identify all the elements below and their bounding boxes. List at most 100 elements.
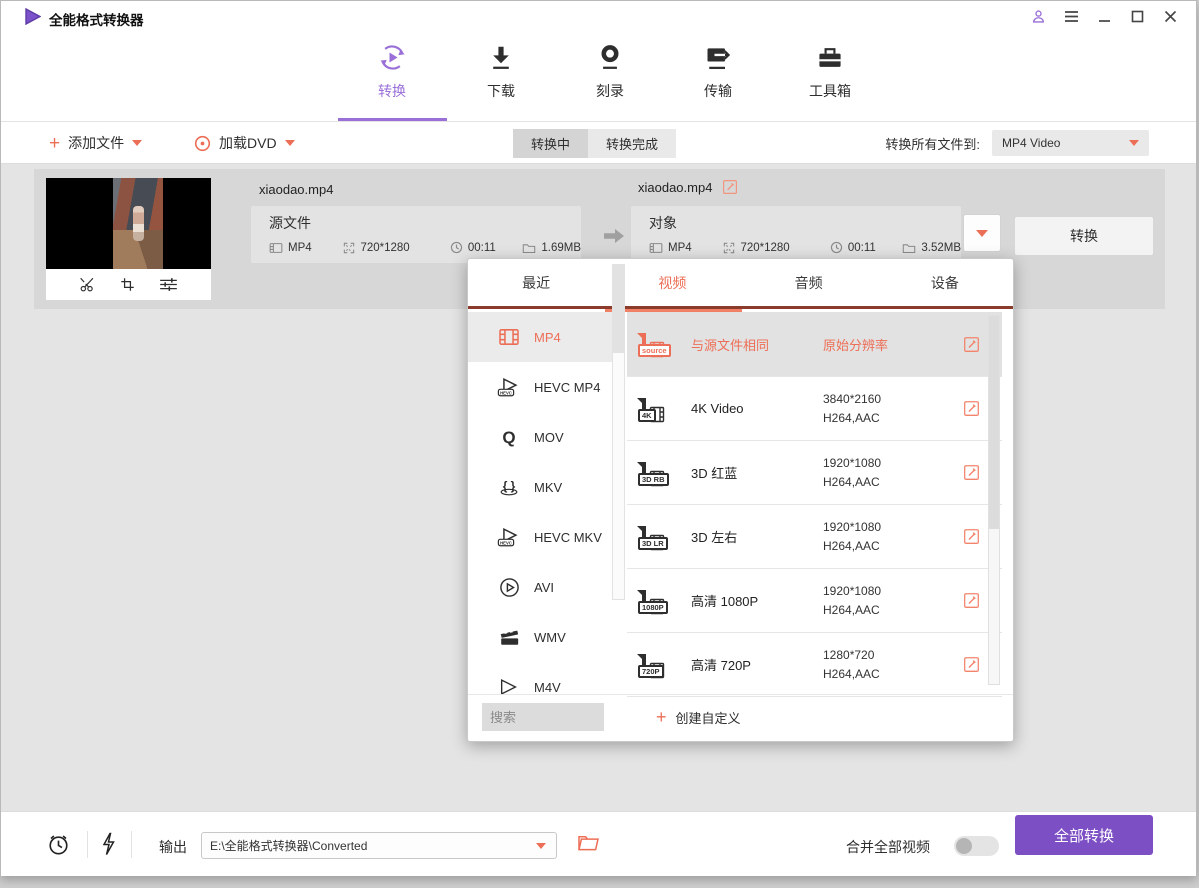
edit-preset-icon[interactable] [963,336,980,353]
file-icon-badge: 3D LR [638,537,668,550]
source-duration: 00:11 [468,242,496,254]
preset-file-icon: 3D LR [642,526,646,547]
preset-title: 3D 左右 [691,527,823,546]
output-path-value: E:\全能格式转换器\Converted [210,837,536,854]
preset-resolution: 1920*1080 [823,520,943,534]
preset-row-same-as-source[interactable]: source 与源文件相同 原始分辨率 [627,312,1002,377]
sidebar-scrollbar[interactable] [612,264,625,600]
edit-preset-icon[interactable] [963,592,980,609]
edit-preset-icon[interactable] [963,656,980,673]
preset-row-3d-rb[interactable]: 3D RB 3D 红蓝 1920*1080H264,AAC [627,441,1002,505]
sidebar-item-wmv[interactable]: WMV [468,612,613,662]
rename-edit-icon[interactable] [722,179,738,195]
convert-button[interactable]: 转换 [1015,217,1153,255]
target-format-dropdown-button[interactable] [963,214,1001,252]
transfer-icon [704,41,732,73]
target-duration: 00:11 [848,242,876,254]
target-panel-label: 对象 [649,213,961,233]
folder-icon [522,242,536,254]
menu-icon[interactable] [1063,8,1079,24]
mkv-braces-icon: { } [496,477,522,497]
sidebar-item-label: AVI [534,580,554,595]
preset-title: 4K Video [691,401,823,416]
toggle-knob [956,838,972,854]
divider [131,831,132,858]
nav-tab-burn[interactable]: 刻录 [568,41,652,113]
edit-preset-icon[interactable] [963,528,980,545]
output-format-select[interactable]: MP4 Video [992,130,1149,156]
sidebar-item-avi[interactable]: AVI [468,562,613,612]
nav-tab-download[interactable]: 下载 [459,41,543,113]
preset-file-icon: 1080P [642,590,646,611]
preset-list-scrollbar-thumb[interactable] [989,316,999,529]
nav-tab-label: 传输 [704,81,732,101]
high-speed-icon[interactable] [100,832,116,856]
convert-all-button[interactable]: 全部转换 [1015,815,1153,855]
film-icon [269,242,283,254]
nav-tab-toolbox[interactable]: 工具箱 [788,41,872,113]
popup-tabs: 最近 视频 音频 设备 [468,259,1013,309]
popup-tab-device[interactable]: 设备 [877,259,1013,306]
open-folder-icon[interactable] [577,833,600,852]
sidebar-item-label: HEVC MP4 [534,380,600,395]
effects-sliders-icon[interactable] [159,277,178,292]
create-custom-button[interactable]: + 创建自定义 [656,703,741,731]
m4v-play-icon [496,677,522,694]
source-filename: xiaodao.mp4 [259,182,333,197]
sidebar-item-mp4[interactable]: MP4 [468,312,613,362]
nav-tab-convert[interactable]: 转换 [350,41,434,113]
edit-preset-icon[interactable] [963,400,980,417]
sidebar-scrollbar-thumb[interactable] [613,265,624,353]
search-input[interactable] [482,703,604,731]
preset-row-720p[interactable]: 720P 高清 720P 1280*720H264,AAC [627,633,1002,697]
hevc-play-icon: HEVC [496,376,522,398]
maximize-button[interactable] [1129,8,1145,24]
tab-finished[interactable]: 转换完成 [588,129,676,158]
sidebar-item-mov[interactable]: Q MOV [468,412,613,462]
add-files-button[interactable]: + 添加文件 [49,122,142,164]
convert-state-tabs: 转换中 转换完成 [513,129,676,158]
sidebar-item-hevc-mp4[interactable]: HEVC HEVC MP4 [468,362,613,412]
account-icon[interactable] [1030,8,1046,24]
active-tab-underline [338,118,447,121]
sidebar-item-m4v[interactable]: M4V [468,662,613,694]
target-format: MP4 [668,242,692,254]
merge-all-toggle[interactable] [954,836,999,856]
popup-tab-audio[interactable]: 音频 [741,259,877,306]
source-panel-label: 源文件 [269,213,581,233]
crop-icon[interactable] [120,277,135,292]
file-icon-badge: 1080P [638,601,668,614]
close-button[interactable] [1162,8,1178,24]
sidebar-item-label: MP4 [534,330,561,345]
preset-subtitle: 原始分辨率 [823,335,943,354]
preset-resolution: 3840*2160 [823,392,943,406]
load-dvd-button[interactable]: 加载DVD [194,122,295,164]
sidebar-item-mkv[interactable]: { } MKV [468,462,613,512]
svg-text:HEVC: HEVC [500,391,512,396]
preset-list-scrollbar[interactable] [988,315,1000,685]
schedule-alarm-icon[interactable] [46,832,71,857]
thumbnail-toolbar [46,269,211,300]
file-icon-badge: 720P [638,665,664,678]
preset-codec: H264,AAC [823,475,943,489]
source-size: 1.69MB [541,242,581,254]
edit-preset-icon[interactable] [963,464,980,481]
format-sidebar: MP4 HEVC HEVC MP4 Q MOV { } MKV HEVC HEV… [468,312,627,694]
preset-row-3d-lr[interactable]: 3D LR 3D 左右 1920*1080H264,AAC [627,505,1002,569]
popup-tab-recent[interactable]: 最近 [468,259,604,306]
window-controls [1030,8,1178,24]
nav-tab-transfer[interactable]: 传输 [676,41,760,113]
trim-icon[interactable] [79,277,96,292]
clock-icon [830,241,843,254]
svg-text:HEVC: HEVC [500,541,512,546]
source-file-icon: source [642,333,646,354]
titlebar: 全能格式转换器 [1,1,1196,31]
preset-row-1080p[interactable]: 1080P 高清 1080P 1920*1080H264,AAC [627,569,1002,633]
tab-converting[interactable]: 转换中 [513,129,588,158]
output-path-select[interactable]: E:\全能格式转换器\Converted [201,832,557,859]
sidebar-item-hevc-mkv[interactable]: HEVC HEVC MKV [468,512,613,562]
file-icon-badge: source [638,344,671,357]
clapperboard-icon [496,627,522,647]
minimize-button[interactable] [1096,8,1112,24]
preset-row-4k[interactable]: 4K 4K Video 3840*2160H264,AAC [627,377,1002,441]
